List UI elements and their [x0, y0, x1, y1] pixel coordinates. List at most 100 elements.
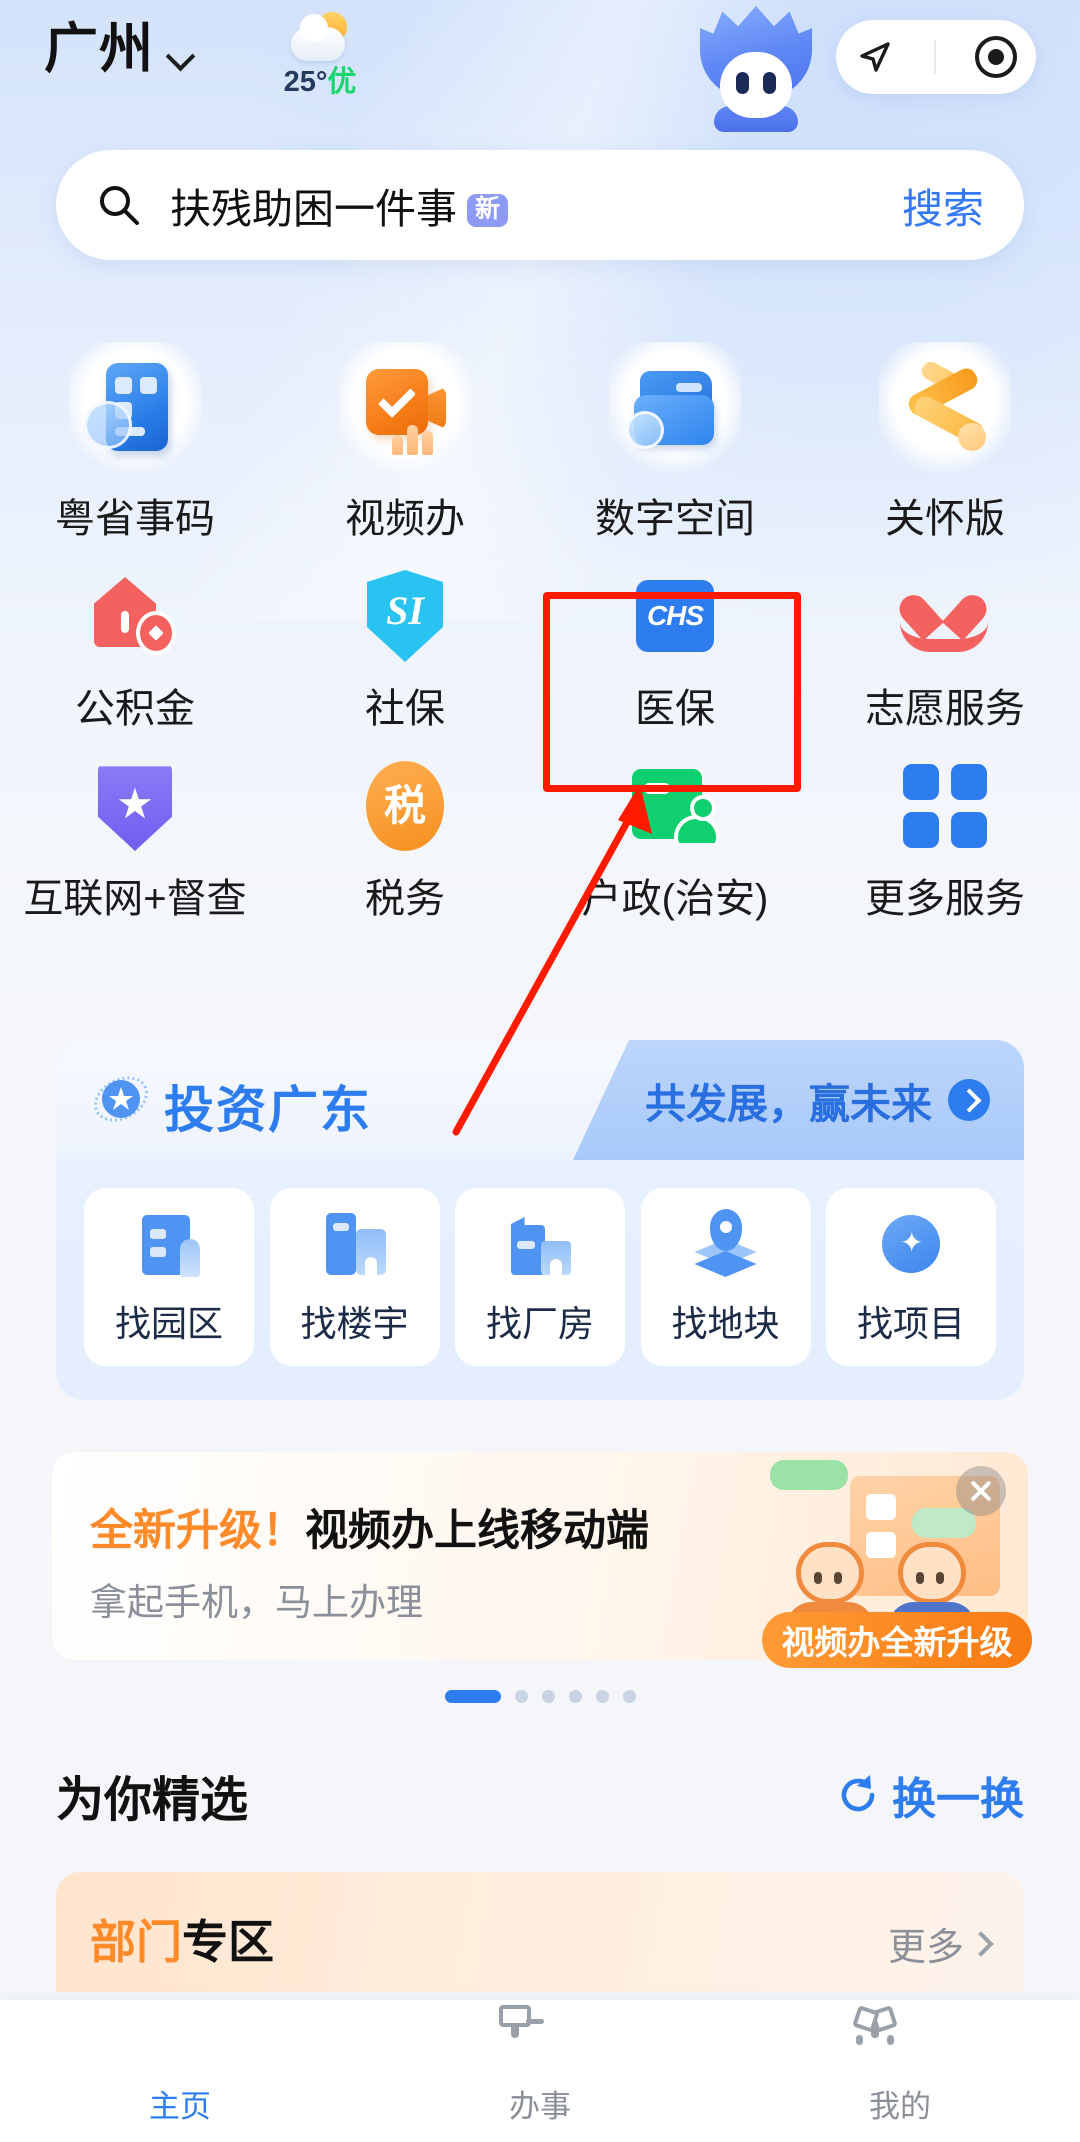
- tab-label: 我的: [869, 2088, 931, 2124]
- tax-circle-icon: 税: [357, 758, 453, 854]
- app-header: 广州 25°优: [0, 0, 1080, 145]
- invest-guangdong-card[interactable]: 投资广东 共发展，赢未来 找园区 找楼宇 找厂房 找地块 ✦ 找项目: [56, 1040, 1024, 1400]
- service-item-household[interactable]: 户政(治安): [540, 758, 810, 924]
- invest-item-park[interactable]: 找园区: [84, 1188, 254, 1366]
- promo-subtitle: 拿起手机，马上办理: [90, 1582, 423, 1623]
- invest-item-factory[interactable]: 找厂房: [455, 1188, 625, 1366]
- service-label: 粤省事码: [55, 497, 215, 541]
- video-service-icon: [339, 342, 471, 474]
- service-grid: 粤省事码 视频办 数字空间 关怀版 公积金 SI 社保 CHS 医保 志愿服务 …: [0, 330, 1080, 924]
- carousel-dot[interactable]: [568, 1690, 582, 1703]
- service-item-medical-insurance[interactable]: CHS 医保: [540, 568, 810, 734]
- invest-item-label: 找楼宇: [300, 1303, 409, 1344]
- office-building-icon: [318, 1207, 392, 1281]
- page-title: 为你精选: [56, 1774, 249, 1827]
- service-label: 数字空间: [595, 497, 755, 541]
- department-zone-title: 部门专区: [90, 1906, 274, 1972]
- invest-card-header: 投资广东 共发展，赢未来: [56, 1040, 1024, 1160]
- weather-quality: 优: [327, 66, 357, 98]
- search-new-badge: 新: [467, 194, 509, 227]
- service-item-volunteer[interactable]: 志愿服务: [810, 568, 1080, 734]
- service-item-tax[interactable]: 税 税务: [270, 758, 540, 924]
- city-selector[interactable]: 广州: [44, 22, 194, 76]
- service-row-1: 粤省事码 视频办 数字空间 关怀版: [0, 330, 1080, 544]
- service-item-care-mode[interactable]: 关怀版: [810, 330, 1080, 544]
- service-item-social-insurance[interactable]: SI 社保: [270, 568, 540, 734]
- tab-label: 主页: [149, 2088, 211, 2124]
- navigation-arrow-icon[interactable]: [855, 37, 895, 77]
- tab-label: 办事: [509, 2088, 571, 2124]
- mascot-avatar[interactable]: [700, 6, 812, 132]
- refresh-label: 换一换: [892, 1775, 1024, 1824]
- service-item-yuesheng-code[interactable]: 粤省事码: [0, 330, 270, 544]
- pill-divider: [933, 40, 936, 74]
- weather-text: 25°优: [255, 68, 385, 97]
- care-mode-icon: [879, 342, 1011, 474]
- department-zone-more-link[interactable]: 更多: [887, 1916, 994, 1971]
- invest-item-building[interactable]: 找楼宇: [269, 1188, 440, 1366]
- refresh-icon: [836, 1773, 880, 1817]
- chevron-right-icon: [968, 1930, 994, 1957]
- header-action-pill: [836, 20, 1036, 94]
- carousel-dot[interactable]: [622, 1690, 636, 1703]
- invest-item-land[interactable]: 找地块: [640, 1188, 811, 1366]
- carousel-dot[interactable]: [595, 1690, 609, 1703]
- service-item-housing-fund[interactable]: 公积金: [0, 568, 270, 734]
- service-label: 互联网+督查: [23, 877, 247, 921]
- promo-title-rest: 视频办上线移动端: [305, 1507, 649, 1555]
- service-item-digital-space[interactable]: 数字空间: [540, 330, 810, 544]
- dept-title-rest: 专区: [182, 1916, 274, 1968]
- profile-cat-icon: [856, 2012, 929, 2073]
- tab-profile[interactable]: 我的: [720, 2012, 1080, 2126]
- service-item-more-services[interactable]: 更多服务: [810, 758, 1080, 924]
- carousel-dot[interactable]: [541, 1690, 555, 1703]
- search-input[interactable]: 扶残助困一件事新: [170, 175, 509, 235]
- search-button[interactable]: 搜索: [902, 175, 984, 235]
- invest-items-row: 找园区 找楼宇 找厂房 找地块 ✦ 找项目: [56, 1160, 1024, 1366]
- invest-item-label: 找厂房: [485, 1303, 594, 1344]
- close-icon[interactable]: [956, 1466, 1006, 1516]
- service-row-2: 公积金 SI 社保 CHS 医保 志愿服务: [0, 568, 1080, 734]
- scan-target-icon[interactable]: [974, 36, 1017, 78]
- service-label: 公积金: [75, 687, 195, 731]
- city-name: 广州: [44, 19, 154, 79]
- qr-code-card-icon: [69, 342, 201, 474]
- department-zone-card[interactable]: 部门专区 更多: [56, 1872, 1024, 1992]
- promo-title-highlight: 全新升级！: [90, 1507, 305, 1555]
- service-label: 社保: [365, 687, 445, 731]
- invest-item-project[interactable]: ✦ 找项目: [826, 1188, 996, 1366]
- service-label: 视频办: [345, 497, 465, 541]
- home-icon: [151, 2017, 209, 2073]
- tab-services[interactable]: 办事: [360, 2012, 720, 2126]
- tax-label: 税: [383, 782, 426, 829]
- service-label: 医保: [635, 687, 715, 731]
- more-services-grid-icon: [897, 758, 993, 854]
- digital-space-folder-icon: [609, 342, 741, 474]
- chevron-down-icon: [168, 43, 194, 69]
- featured-section-header: 为你精选 换一换: [56, 1760, 1024, 1830]
- more-label: 更多: [887, 1927, 964, 1969]
- refresh-button[interactable]: 换一换: [836, 1763, 1024, 1827]
- clipboard-icon: [511, 2012, 569, 2073]
- carousel-dot-active[interactable]: [444, 1690, 501, 1703]
- invest-tagline-pill[interactable]: 共发展，赢未来: [573, 1040, 1024, 1160]
- carousel-dots[interactable]: [0, 1690, 1080, 1703]
- service-label: 更多服务: [865, 877, 1025, 921]
- tab-home[interactable]: 主页: [0, 2017, 360, 2126]
- service-item-video-service[interactable]: 视频办: [270, 330, 540, 544]
- land-parcel-pin-icon: [689, 1207, 763, 1281]
- service-label: 关怀版: [885, 497, 1005, 541]
- service-label: 志愿服务: [865, 687, 1025, 731]
- search-query-text: 扶残助困一件事: [170, 186, 457, 232]
- weather-widget[interactable]: 25°优: [255, 12, 385, 97]
- chevron-right-circle-icon: [948, 1079, 990, 1121]
- search-bar[interactable]: 扶残助困一件事新 搜索: [56, 150, 1024, 260]
- service-item-internet-supervision[interactable]: ★ 互联网+督查: [0, 758, 270, 924]
- app-screen: 广州 25°优 扶残助困一件事新 搜索 粤省事码 视频办 数字空间 关怀版 公积…: [0, 0, 1080, 2142]
- carousel-dot[interactable]: [514, 1690, 528, 1703]
- service-row-3: ★ 互联网+督查 税 税务 户政(治安) 更多服务: [0, 758, 1080, 924]
- partly-cloudy-icon: [287, 12, 353, 64]
- promo-title: 全新升级！视频办上线移动端: [90, 1496, 649, 1558]
- service-label: 户政(治安): [581, 877, 769, 921]
- housing-fund-icon: [87, 568, 183, 664]
